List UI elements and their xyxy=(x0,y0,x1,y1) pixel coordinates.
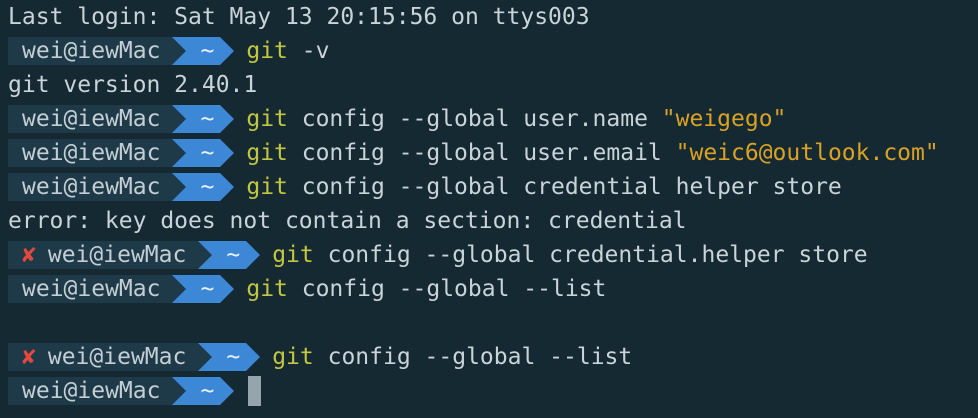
segment-arrow-icon xyxy=(172,275,187,303)
prompt: ✘ wei@iewMac ~ xyxy=(8,238,261,272)
command-text: git config --global credential helper st… xyxy=(246,170,841,204)
prompt-context: wei@iewMac xyxy=(8,37,173,65)
prompt-dir: ~ xyxy=(186,37,221,65)
command-string: "weigego" xyxy=(661,106,787,132)
prompt-dir: ~ xyxy=(212,241,247,269)
prompt-context: wei@iewMac xyxy=(8,275,173,303)
output-line: git version 2.40.1 xyxy=(8,72,258,98)
segment-arrow-icon xyxy=(172,173,187,201)
command-text: git config --global user.email "weic6@ou… xyxy=(246,136,938,170)
prompt-user-host: wei@iewMac xyxy=(22,106,161,132)
command-text: git config --global credential.helper st… xyxy=(272,238,867,272)
segment-arrow-icon xyxy=(246,241,261,269)
login-line: Last login: Sat May 13 20:15:56 on ttys0… xyxy=(8,4,590,30)
command-keyword: git xyxy=(246,140,288,166)
segment-arrow-icon xyxy=(220,105,235,133)
segment-arrow-icon xyxy=(220,173,235,201)
segment-arrow-icon xyxy=(220,139,235,167)
prompt-context: ✘ wei@iewMac xyxy=(8,343,199,371)
prompt-context: ✘ wei@iewMac xyxy=(8,241,199,269)
prompt: wei@iewMac ~ xyxy=(8,102,235,136)
command-args: config --global user.name xyxy=(287,106,662,132)
segment-arrow-icon xyxy=(220,37,235,65)
terminal-lines: wei@iewMac ~ git -v git version 2.40.1 wei@i… xyxy=(8,34,978,408)
prompt-context: wei@iewMac xyxy=(8,139,173,167)
current-prompt-line: wei@iewMac ~ xyxy=(8,374,978,408)
command-keyword: git xyxy=(246,174,288,200)
prompt-dir-segment: ~ xyxy=(198,343,261,371)
command-text: git -v xyxy=(246,34,329,68)
segment-arrow-icon xyxy=(198,241,213,269)
prompt-context: wei@iewMac xyxy=(8,173,173,201)
output-line: error: key does not contain a section: c… xyxy=(8,208,687,234)
error-mark-icon: ✘ xyxy=(22,344,36,370)
prompt-dir-segment: ~ xyxy=(172,139,235,167)
prompt: ✘ wei@iewMac ~ xyxy=(8,340,261,374)
prompt-dir: ~ xyxy=(186,275,221,303)
prompt-dir-segment: ~ xyxy=(172,105,235,133)
prompt-user-host: wei@iewMac xyxy=(22,38,161,64)
command-line: wei@iewMac ~ git config --global user.emai… xyxy=(8,136,978,170)
prompt-dir: ~ xyxy=(186,377,221,405)
segment-arrow-icon xyxy=(172,377,187,405)
prompt: wei@iewMac ~ xyxy=(8,374,235,408)
prompt-user-host: wei@iewMac xyxy=(22,378,161,404)
command-text: git config --global --list xyxy=(246,272,606,306)
segment-arrow-icon xyxy=(246,343,261,371)
command-args: config --global user.email xyxy=(287,140,676,166)
prompt-dir-segment: ~ xyxy=(172,377,235,405)
prompt-dir: ~ xyxy=(186,105,221,133)
prompt: wei@iewMac ~ xyxy=(8,272,235,306)
command-line: wei@iewMac ~ git config --global user.name… xyxy=(8,102,978,136)
terminal-window[interactable]: Last login: Sat May 13 20:15:56 on ttys0… xyxy=(0,0,978,418)
error-mark-icon: ✘ xyxy=(22,242,36,268)
prompt-dir: ~ xyxy=(212,343,247,371)
prompt-dir-segment: ~ xyxy=(172,173,235,201)
segment-arrow-icon xyxy=(198,343,213,371)
command-keyword: git xyxy=(246,276,288,302)
prompt-dir-segment: ~ xyxy=(172,275,235,303)
command-keyword: git xyxy=(246,38,288,64)
cursor[interactable] xyxy=(248,376,262,406)
command-args: config --global credential helper store xyxy=(287,174,842,200)
command-keyword: git xyxy=(272,242,314,268)
prompt-dir-segment: ~ xyxy=(198,241,261,269)
command-line: ✘ wei@iewMac ~ git config --global --list xyxy=(8,340,978,374)
segment-arrow-icon xyxy=(220,377,235,405)
command-string: "weic6@outlook.com" xyxy=(675,140,939,166)
command-line: wei@iewMac ~ git config --global --list xyxy=(8,272,978,306)
command-keyword: git xyxy=(246,106,288,132)
segment-arrow-icon xyxy=(172,37,187,65)
command-keyword: git xyxy=(272,344,314,370)
prompt: wei@iewMac ~ xyxy=(8,34,235,68)
prompt-dir: ~ xyxy=(186,173,221,201)
prompt-dir-segment: ~ xyxy=(172,37,235,65)
prompt-user-host: wei@iewMac xyxy=(22,140,161,166)
prompt-user-host: wei@iewMac xyxy=(22,276,161,302)
command-args: config --global --list xyxy=(287,276,607,302)
segment-arrow-icon xyxy=(172,139,187,167)
prompt-dir: ~ xyxy=(186,139,221,167)
command-line: wei@iewMac ~ git -v xyxy=(8,34,978,68)
prompt: wei@iewMac ~ xyxy=(8,136,235,170)
command-line: wei@iewMac ~ git config --global credentia… xyxy=(8,170,978,204)
command-line: ✘ wei@iewMac ~ git config --global credenti… xyxy=(8,238,978,272)
segment-arrow-icon xyxy=(172,105,187,133)
command-args: -v xyxy=(287,38,330,64)
prompt-context: wei@iewMac xyxy=(8,105,173,133)
segment-arrow-icon xyxy=(220,275,235,303)
command-args: config --global --list xyxy=(313,344,633,370)
prompt-user-host: wei@iewMac xyxy=(22,174,161,200)
command-args: config --global credential.helper store xyxy=(313,242,868,268)
prompt: wei@iewMac ~ xyxy=(8,170,235,204)
command-text: git config --global --list xyxy=(272,340,632,374)
prompt-user-host: wei@iewMac xyxy=(47,344,187,370)
command-text: git config --global user.name "weigego" xyxy=(246,102,786,136)
prompt-context: wei@iewMac xyxy=(8,377,173,405)
prompt-user-host: wei@iewMac xyxy=(47,242,187,268)
